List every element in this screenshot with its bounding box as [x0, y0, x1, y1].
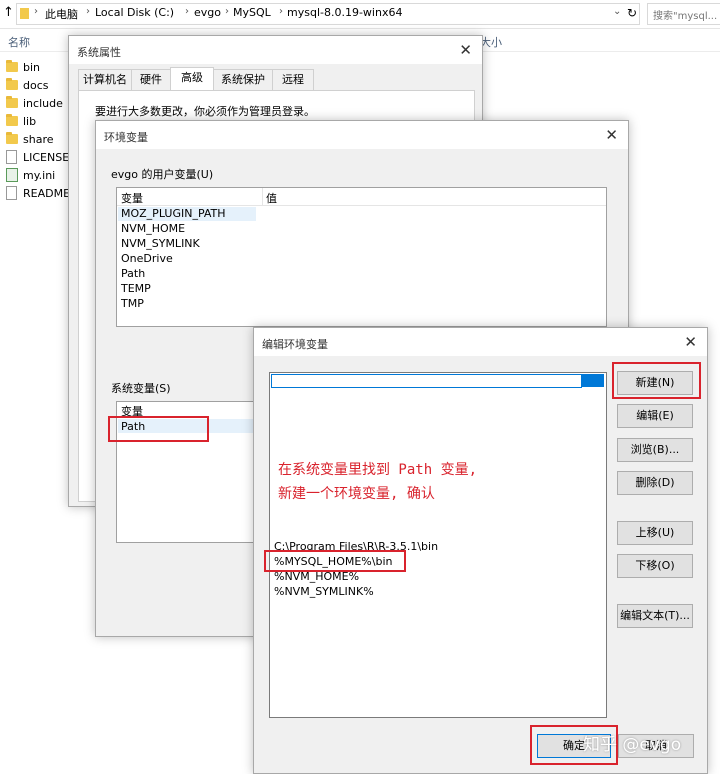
file-name: include	[23, 96, 63, 110]
list-item[interactable]: NVM_HOME	[121, 221, 185, 236]
highlight-box-new-button	[612, 362, 701, 399]
folder-icon	[6, 114, 18, 126]
list-item[interactable]: OneDrive	[121, 251, 173, 266]
system-vars-group-label: 系统变量(S)	[111, 382, 171, 395]
column-header-name[interactable]: 名称	[8, 34, 30, 50]
new-entry-input[interactable]	[271, 374, 582, 388]
file-item[interactable]: README	[6, 184, 70, 202]
file-item[interactable]: docs	[6, 76, 49, 94]
file-name: lib	[23, 114, 37, 128]
column-header-variable[interactable]: 变量	[121, 190, 143, 206]
window-title: 编辑环境变量	[262, 338, 328, 351]
edit-text-button[interactable]: 编辑文本(T)...	[617, 604, 693, 628]
tab-hardware[interactable]: 硬件	[131, 69, 171, 90]
title-bar: 编辑环境变量 ✕	[254, 328, 707, 356]
new-entry-selection	[582, 374, 604, 387]
delete-button[interactable]: 删除(D)	[617, 471, 693, 495]
move-up-button[interactable]: 上移(U)	[617, 521, 693, 545]
close-icon[interactable]: ✕	[459, 41, 472, 59]
file-name: README	[23, 186, 71, 200]
file-name: LICENSE	[23, 150, 70, 164]
file-icon	[6, 150, 17, 164]
chevron-right-icon: ›	[185, 6, 189, 17]
file-name: share	[23, 132, 54, 146]
file-item[interactable]: my.ini	[6, 166, 55, 184]
window-title: 环境变量	[104, 131, 148, 144]
user-vars-list[interactable]: 变量 值 MOZ_PLUGIN_PATH NVM_HOME NVM_SYMLIN…	[116, 187, 607, 327]
address-bar[interactable]: › 此电脑 › Local Disk (C:) › evgo › MySQL ›…	[16, 3, 640, 25]
chevron-right-icon: ›	[225, 6, 229, 17]
tab-system-protection[interactable]: 系统保护	[213, 69, 273, 90]
up-arrow-icon[interactable]: ↑	[3, 5, 14, 20]
file-item[interactable]: share	[6, 130, 54, 148]
close-icon[interactable]: ✕	[684, 333, 697, 351]
chevron-right-icon: ›	[86, 6, 90, 17]
settings-file-icon	[6, 168, 18, 182]
move-down-button[interactable]: 下移(O)	[617, 554, 693, 578]
folder-icon	[6, 132, 18, 144]
close-icon[interactable]: ✕	[605, 126, 618, 144]
breadcrumb-mysql-folder[interactable]: mysql-8.0.19-winx64	[287, 6, 402, 19]
folder-icon	[6, 78, 18, 90]
title-bar: 系统属性 ✕	[69, 36, 482, 64]
edit-button[interactable]: 编辑(E)	[617, 404, 693, 428]
highlight-box-path	[108, 416, 209, 442]
list-item[interactable]: TMP	[121, 296, 144, 311]
admin-notice: 要进行大多数更改，你必须作为管理员登录。	[95, 105, 315, 118]
search-placeholder: 搜索"mysql...	[653, 11, 718, 22]
file-item[interactable]: bin	[6, 58, 40, 76]
browse-button[interactable]: 浏览(B)...	[617, 438, 693, 462]
file-icon	[6, 186, 17, 200]
file-name: docs	[23, 78, 49, 92]
refresh-icon[interactable]: ↻	[627, 6, 637, 20]
tab-computer-name[interactable]: 计算机名	[78, 69, 132, 90]
annotation-line-2: 新建一个环境变量, 确认	[278, 486, 435, 502]
list-item[interactable]: TEMP	[121, 281, 151, 296]
chevron-right-icon: ›	[34, 6, 38, 17]
search-input[interactable]: 搜索"mysql...	[647, 3, 720, 25]
window-title: 系统属性	[77, 46, 121, 59]
highlight-box-mysql-home	[264, 550, 406, 572]
column-header-value[interactable]: 值	[266, 190, 277, 206]
tab-advanced[interactable]: 高级	[170, 67, 214, 90]
file-item[interactable]: lib	[6, 112, 36, 130]
folder-icon	[20, 8, 29, 19]
path-entries-list[interactable]: C:\Program Files\R\R-3.5.1\bin %MYSQL_HO…	[269, 372, 607, 718]
watermark: 知乎 @evgo	[583, 735, 682, 755]
title-bar: 环境变量 ✕	[96, 121, 628, 149]
file-name: bin	[23, 60, 41, 74]
list-item[interactable]: Path	[121, 266, 145, 281]
address-bar-area: ↑ › 此电脑 › Local Disk (C:) › evgo › MySQL…	[0, 0, 720, 29]
column-header-size[interactable]: 大小	[480, 34, 502, 50]
file-item[interactable]: LICENSE	[6, 148, 69, 166]
breadcrumb-this-pc[interactable]: 此电脑	[45, 6, 78, 22]
tab-strip: 计算机名 硬件 高级 系统保护 远程	[78, 67, 473, 91]
list-item[interactable]: NVM_SYMLINK	[121, 236, 200, 251]
list-item[interactable]: %NVM_SYMLINK%	[274, 584, 374, 599]
list-header: 变量 值	[117, 188, 606, 206]
folder-icon	[6, 60, 18, 72]
file-item[interactable]: include	[6, 94, 63, 112]
chevron-down-icon[interactable]: ⌄	[613, 6, 621, 17]
breadcrumb-evgo[interactable]: evgo	[194, 6, 221, 19]
folder-icon	[6, 96, 18, 108]
chevron-right-icon: ›	[279, 6, 283, 17]
breadcrumb-local-disk[interactable]: Local Disk (C:)	[95, 6, 174, 19]
column-divider	[262, 188, 263, 205]
list-item[interactable]: MOZ_PLUGIN_PATH	[121, 206, 226, 221]
file-name: my.ini	[23, 168, 56, 182]
user-vars-group-label: evgo 的用户变量(U)	[111, 168, 214, 181]
breadcrumb-mysql[interactable]: MySQL	[233, 6, 271, 19]
tab-remote[interactable]: 远程	[272, 69, 314, 90]
